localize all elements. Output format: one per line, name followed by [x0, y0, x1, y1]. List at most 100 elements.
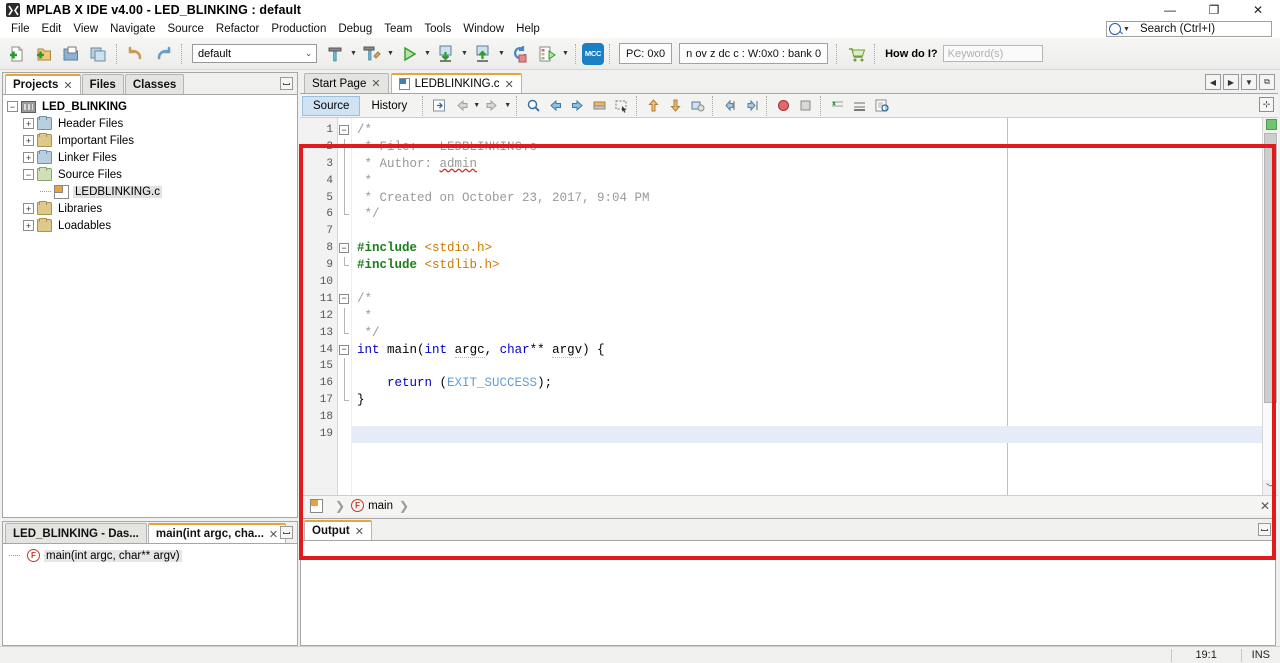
minimize-output-button[interactable] [1258, 523, 1271, 536]
comment-icon[interactable] [827, 96, 847, 116]
expander-icon[interactable]: − [7, 101, 18, 112]
menu-refactor[interactable]: Refactor [210, 22, 265, 36]
make-program-dropdown-arrow[interactable]: ▼ [561, 50, 570, 57]
tab-classes[interactable]: Classes [124, 74, 185, 94]
program-dropdown-arrow[interactable]: ▼ [497, 50, 506, 57]
fold-collapse-icon[interactable]: − [339, 293, 349, 304]
menu-window[interactable]: Window [457, 22, 510, 36]
code-line[interactable]: return (EXIT_SUCCESS); [352, 375, 1262, 392]
pc-register-field[interactable]: PC: 0x0 [619, 43, 673, 64]
tree-item-ledblinking-c[interactable]: LEDBLINKING.c [7, 183, 297, 200]
store-button[interactable] [843, 41, 869, 67]
tab-navigator-main[interactable]: main(int argc, cha... ✕ [147, 523, 287, 543]
code-line[interactable]: */ [352, 206, 1262, 223]
tab-history[interactable]: History [360, 96, 418, 116]
previous-error-icon[interactable] [643, 96, 663, 116]
expand-toolbar-button[interactable]: ⊹ [1259, 97, 1274, 112]
code-line[interactable] [352, 223, 1262, 240]
previous-bookmark-icon[interactable] [545, 96, 565, 116]
scrollbar-track[interactable] [1262, 133, 1278, 480]
last-edit-icon[interactable] [429, 96, 449, 116]
next-bookmark-icon[interactable] [567, 96, 587, 116]
tree-item-important-files[interactable]: + Important Files [7, 132, 297, 149]
find-selection-icon[interactable] [523, 96, 543, 116]
scroll-down-button[interactable]: ﹀ [1263, 480, 1279, 495]
code-line[interactable] [352, 358, 1262, 375]
tab-projects[interactable]: Projects ✕ [5, 74, 81, 94]
run-dropdown-arrow[interactable]: ▼ [423, 50, 432, 57]
inspect-icon[interactable] [871, 96, 891, 116]
toggle-breakpoint-icon[interactable] [687, 96, 707, 116]
debug-project-button[interactable] [433, 41, 459, 67]
close-icon[interactable]: ✕ [1260, 499, 1270, 513]
tree-item-led-blinking[interactable]: − LED_BLINKING [7, 98, 297, 115]
tab-output[interactable]: Output ✕ [304, 520, 372, 540]
code-line[interactable]: #include <stdio.h> [352, 240, 1262, 257]
make-and-program-button[interactable] [534, 41, 560, 67]
next-error-icon[interactable] [665, 96, 685, 116]
debug-dropdown-arrow[interactable]: ▼ [460, 50, 469, 57]
close-icon[interactable]: ✕ [63, 79, 72, 92]
code-line[interactable]: /* [352, 291, 1262, 308]
expander-icon[interactable]: − [23, 169, 34, 180]
back-icon[interactable] [451, 96, 471, 116]
undo-button[interactable] [123, 41, 149, 67]
editor-vertical-scrollbar[interactable]: ︿ ﹀ [1262, 118, 1278, 495]
mcc-button[interactable]: MCC [582, 42, 604, 65]
menu-edit[interactable]: Edit [36, 22, 68, 36]
shift-right-icon[interactable] [741, 96, 761, 116]
global-search-box[interactable]: ▼ Search (Ctrl+I) [1106, 21, 1272, 37]
minimize-button[interactable]: — [1148, 0, 1192, 20]
fold-collapse-icon[interactable]: − [339, 125, 349, 135]
clean-build-button[interactable] [359, 41, 385, 67]
scroll-tabs-right-button[interactable]: ▶ [1223, 74, 1239, 90]
fold-marker[interactable]: − [338, 342, 351, 359]
insert-mode-indicator[interactable]: INS [1240, 648, 1280, 662]
output-content[interactable] [301, 541, 1275, 645]
breadcrumb-main-label[interactable]: main [368, 500, 393, 512]
menu-source[interactable]: Source [161, 22, 209, 36]
rectangular-selection-icon[interactable] [611, 96, 631, 116]
tab-source[interactable]: Source [302, 95, 361, 116]
menu-tools[interactable]: Tools [418, 22, 457, 36]
tab-list-button[interactable]: ▼ [1241, 74, 1257, 90]
expander-icon[interactable]: + [23, 220, 34, 231]
shift-left-icon[interactable] [719, 96, 739, 116]
code-line[interactable] [352, 426, 1262, 443]
menu-debug[interactable]: Debug [332, 22, 378, 36]
program-device-button[interactable] [470, 41, 496, 67]
code-line[interactable]: * Created on October 23, 2017, 9:04 PM [352, 190, 1262, 207]
expander-icon[interactable]: + [23, 203, 34, 214]
build-dropdown-arrow[interactable]: ▼ [349, 50, 358, 57]
expander-icon[interactable]: + [23, 152, 34, 163]
fold-marker[interactable]: − [338, 240, 351, 257]
menu-navigate[interactable]: Navigate [104, 22, 161, 36]
stop-macro-recording-icon[interactable] [795, 96, 815, 116]
tree-item-loadables[interactable]: + Loadables [7, 217, 297, 234]
code-line[interactable]: * [352, 308, 1262, 325]
minimize-panel-button[interactable] [280, 77, 293, 90]
expander-icon[interactable]: + [23, 118, 34, 129]
uncomment-icon[interactable] [849, 96, 869, 116]
start-macro-recording-icon[interactable] [773, 96, 793, 116]
scrollbar-thumb[interactable] [1263, 133, 1277, 403]
close-button[interactable]: ✕ [1236, 0, 1280, 20]
code-line[interactable]: #include <stdlib.h> [352, 257, 1262, 274]
maximize-editor-button[interactable]: ⧉ [1259, 74, 1275, 90]
maximize-button[interactable]: ❐ [1192, 0, 1236, 20]
close-icon[interactable]: ✕ [269, 528, 278, 541]
minimize-navigator-button[interactable] [280, 526, 293, 539]
toggle-bookmark-icon[interactable] [589, 96, 609, 116]
menu-help[interactable]: Help [510, 22, 546, 36]
scroll-tabs-left-button[interactable]: ◀ [1205, 74, 1221, 90]
back-dropdown-arrow[interactable]: ▼ [472, 102, 481, 109]
clean-build-dropdown-arrow[interactable]: ▼ [386, 50, 395, 57]
redo-button[interactable] [150, 41, 176, 67]
tree-item-linker-files[interactable]: + Linker Files [7, 149, 297, 166]
configuration-combo[interactable]: default ⌄ [192, 44, 317, 63]
tree-item-header-files[interactable]: + Header Files [7, 115, 297, 132]
fold-marker[interactable]: − [338, 291, 351, 308]
code-line[interactable]: * File: LEDBLINKING.c [352, 139, 1262, 156]
forward-icon[interactable] [482, 96, 502, 116]
open-project-button[interactable] [58, 41, 84, 67]
